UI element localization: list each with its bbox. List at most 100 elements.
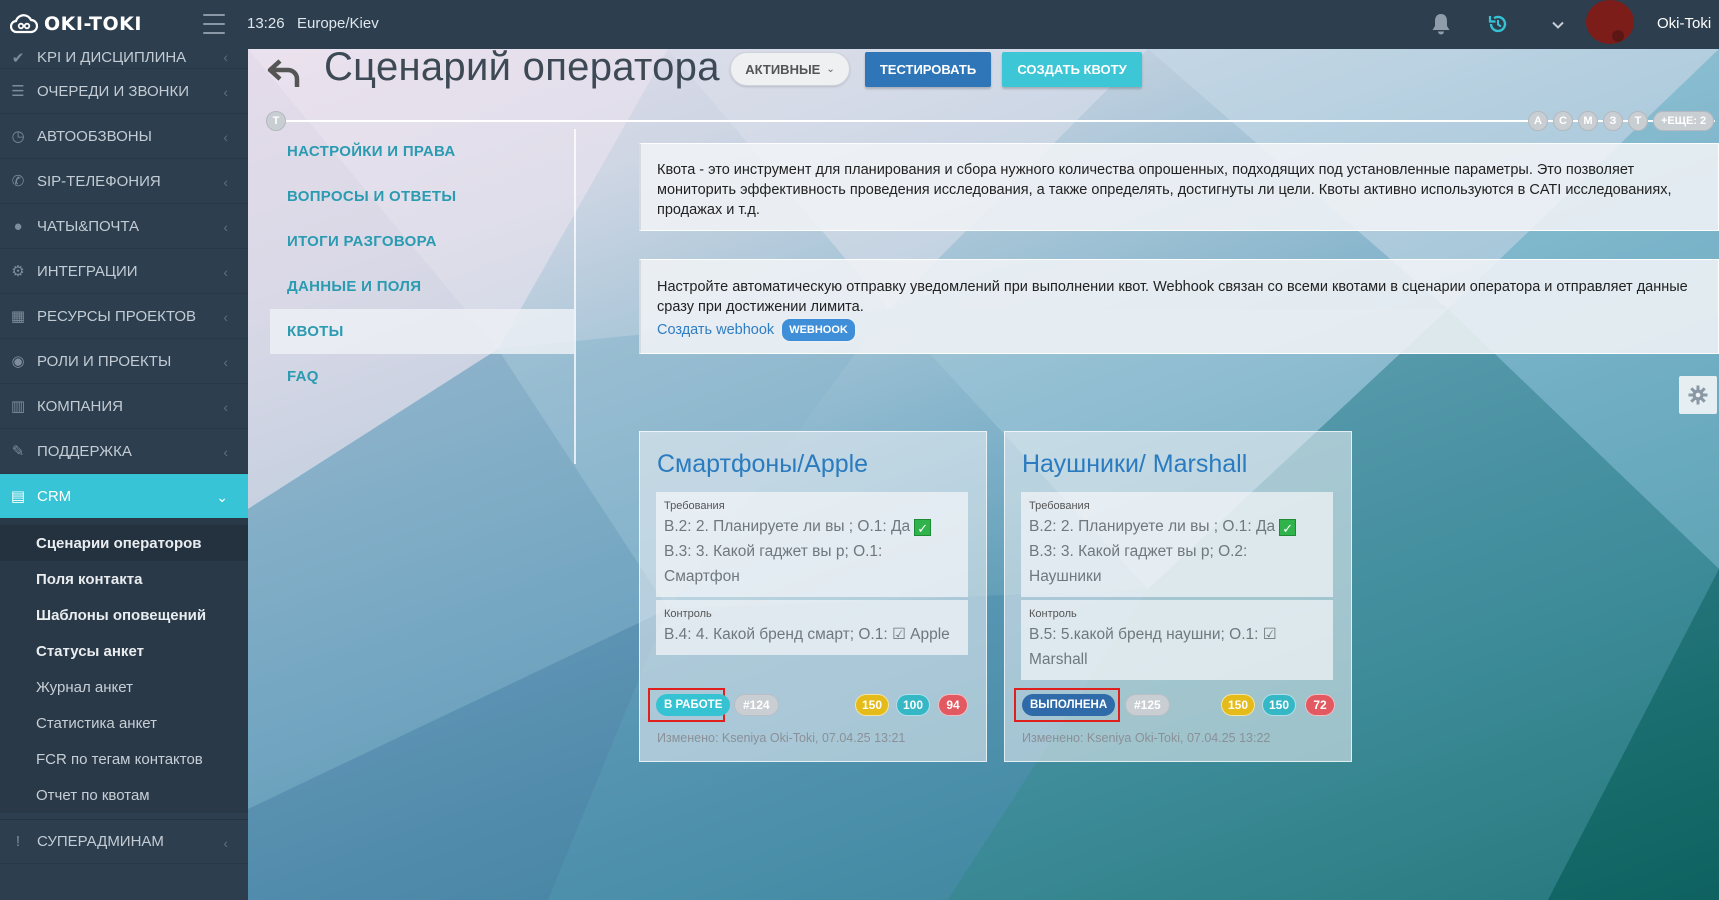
quota-id-badge: #124 bbox=[734, 694, 779, 716]
webhook-info-box: Настройте автоматическую отправку уведом… bbox=[639, 259, 1719, 354]
sidebar-item-superadmin[interactable]: ! СУПЕРАДМИНАМ ‹ bbox=[0, 819, 248, 864]
bar-chart-icon: ▥ bbox=[10, 398, 26, 415]
sidebar-item-roles[interactable]: ◉ РОЛИ И ПРОЕКТЫ ‹ bbox=[0, 339, 248, 384]
webhook-badge[interactable]: WEBHOOK bbox=[780, 317, 857, 343]
submenu-item-form-statuses[interactable]: Статусы анкет bbox=[0, 633, 248, 669]
sidebar-item-company[interactable]: ▥ КОМПАНИЯ ‹ bbox=[0, 384, 248, 429]
timeline-dot[interactable]: А bbox=[1528, 111, 1548, 131]
requirements-label: Требования bbox=[1029, 500, 1090, 512]
sidebar-item-sip[interactable]: ✆ SIP-ТЕЛЕФОНИЯ ‹ bbox=[0, 159, 248, 204]
bell-icon[interactable] bbox=[1430, 12, 1452, 36]
quota-requirements: Требования В.2: 2. Планируете ли вы ; О.… bbox=[1021, 492, 1333, 597]
clock: 13:26 bbox=[247, 15, 285, 32]
avatar[interactable] bbox=[1586, 0, 1634, 44]
sidebar-item-label: РОЛИ И ПРОЕКТЫ bbox=[37, 352, 172, 370]
create-quota-button[interactable]: СОЗДАТЬ КВОТУ bbox=[1002, 52, 1142, 87]
status-badge[interactable]: В РАБОТЕ bbox=[656, 694, 731, 716]
grid-icon: ▦ bbox=[10, 308, 26, 325]
quota-requirements: Требования В.2: 2. Планируете ли вы ; О.… bbox=[656, 492, 968, 597]
history-icon[interactable] bbox=[1487, 13, 1509, 35]
sidebar-item-crm[interactable]: ▤ CRM ⌄ bbox=[0, 474, 248, 519]
tab-faq[interactable]: FAQ bbox=[270, 354, 574, 399]
chevron-left-icon: ‹ bbox=[223, 174, 228, 190]
menu-icon[interactable] bbox=[203, 14, 225, 34]
sidebar-item-label: ЧАТЫ&ПОЧТА bbox=[37, 217, 140, 235]
status-badge[interactable]: ВЫПОЛНЕНА bbox=[1022, 694, 1116, 716]
timeline-dot[interactable]: С bbox=[1553, 111, 1573, 131]
quota-card[interactable]: Смартфоны/Apple Требования В.2: 2. Плани… bbox=[639, 431, 987, 762]
sidebar-item-resources[interactable]: ▦ РЕСУРСЫ ПРОЕКТОВ ‹ bbox=[0, 294, 248, 339]
sidebar-item-chats[interactable]: ● ЧАТЫ&ПОЧТА ‹ bbox=[0, 204, 248, 249]
chevron-left-icon: ‹ bbox=[223, 264, 228, 280]
create-webhook-link[interactable]: Создать webhook bbox=[657, 322, 774, 338]
submenu-item-notification-templates[interactable]: Шаблоны оповещений bbox=[0, 597, 248, 633]
quota-card[interactable]: Наушники/ Marshall Требования В.2: 2. Пл… bbox=[1004, 431, 1352, 762]
tab-quotas[interactable]: КВОТЫ bbox=[270, 309, 574, 354]
checkbox-checked-icon: ✓ bbox=[1279, 519, 1297, 536]
quota-card-title[interactable]: Смартфоны/Apple bbox=[657, 450, 868, 479]
changed-info: Изменено: Kseniya Oki-Toki, 07.04.25 13:… bbox=[657, 731, 906, 745]
count-badge-current: 72 bbox=[1305, 694, 1335, 716]
chevron-left-icon: ‹ bbox=[223, 354, 228, 370]
wrench-icon: ✎ bbox=[11, 443, 25, 460]
count-badge-target: 100 bbox=[896, 694, 931, 716]
main-content: Сценарий оператора АКТИВНЫЕ ⌄ ТЕСТИРОВАТ… bbox=[248, 49, 1719, 900]
timeline-dot[interactable]: Т bbox=[1628, 111, 1648, 131]
timeline-start-dot[interactable]: Т bbox=[266, 111, 286, 131]
chevron-left-icon: ‹ bbox=[223, 84, 228, 100]
sidebar-item-label: ОЧЕРЕДИ И ЗВОНКИ bbox=[37, 82, 189, 100]
check-icon: ✔ bbox=[11, 50, 25, 67]
tab-settings[interactable]: НАСТРОЙКИ И ПРАВА bbox=[270, 129, 574, 174]
sidebar-item-queues[interactable]: ☰ ОЧЕРЕДИ И ЗВОНКИ ‹ bbox=[0, 69, 248, 114]
control-line: Marshall bbox=[1029, 651, 1088, 668]
chevron-left-icon: ‹ bbox=[223, 49, 228, 65]
quota-card-title[interactable]: Наушники/ Marshall bbox=[1022, 450, 1247, 479]
quota-control: Контроль В.5: 5.какой бренд наушни; О.1:… bbox=[1021, 600, 1333, 680]
quota-id-badge: #125 bbox=[1125, 694, 1170, 716]
chevron-down-icon[interactable] bbox=[1551, 18, 1565, 32]
requirement-line: В.3: 3. Какой гаджет вы р; О.1: bbox=[664, 543, 883, 560]
requirements-label: Требования bbox=[664, 500, 725, 512]
timeline-dot[interactable]: З bbox=[1603, 111, 1623, 131]
requirement-line: В.2: 2. Планируете ли вы ; О.1: Да bbox=[664, 518, 911, 535]
tab-results[interactable]: ИТОГИ РАЗГОВОРА bbox=[270, 219, 574, 264]
tab-data-fields[interactable]: ДАННЫЕ И ПОЛЯ bbox=[270, 264, 574, 309]
exclamation-icon: ! bbox=[15, 833, 21, 850]
sidebar: ✔ KPI И ДИСЦИПЛИНА ‹ ☰ ОЧЕРЕДИ И ЗВОНКИ … bbox=[0, 49, 248, 900]
count-badge-limit: 150 bbox=[855, 694, 890, 716]
timezone: Europe/Kiev bbox=[297, 15, 379, 32]
chevron-left-icon: ‹ bbox=[223, 129, 228, 145]
submenu-item-quota-report[interactable]: Отчет по квотам bbox=[0, 777, 248, 813]
timeline-more[interactable]: +ЕЩЕ: 2 bbox=[1653, 111, 1715, 131]
phone-icon: ✆ bbox=[11, 173, 25, 190]
timeline-dot[interactable]: М bbox=[1578, 111, 1598, 131]
quota-control: Контроль В.4: 4. Какой бренд смарт; О.1:… bbox=[656, 600, 968, 655]
requirement-line: В.2: 2. Планируете ли вы ; О.1: Да bbox=[1029, 518, 1276, 535]
chat-icon: ● bbox=[13, 217, 23, 235]
chevron-left-icon: ‹ bbox=[223, 219, 228, 235]
submenu-item-fcr[interactable]: FCR по тегам контактов bbox=[0, 741, 248, 777]
settings-gear-button[interactable] bbox=[1679, 376, 1717, 414]
submenu-item-contact-fields[interactable]: Поля контакта bbox=[0, 561, 248, 597]
sidebar-item-integrations[interactable]: ⚙ ИНТЕГРАЦИИ ‹ bbox=[0, 249, 248, 294]
sidebar-item-kpi[interactable]: ✔ KPI И ДИСЦИПЛИНА ‹ bbox=[0, 49, 248, 69]
cloud-logo-icon bbox=[10, 14, 38, 34]
test-button[interactable]: ТЕСТИРОВАТЬ bbox=[865, 52, 991, 87]
submenu-item-scenarios[interactable]: Сценарии операторов bbox=[0, 525, 248, 561]
chevron-left-icon: ‹ bbox=[223, 399, 228, 415]
tab-questions[interactable]: ВОПРОСЫ И ОТВЕТЫ bbox=[270, 174, 574, 219]
active-filter-dropdown[interactable]: АКТИВНЫЕ ⌄ bbox=[730, 52, 850, 86]
username[interactable]: Oki-Toki bbox=[1657, 15, 1711, 32]
sidebar-item-support[interactable]: ✎ ПОДДЕРЖКА ‹ bbox=[0, 429, 248, 474]
quota-info-box: Квота - это инструмент для планирования … bbox=[639, 143, 1719, 231]
back-arrow-icon[interactable] bbox=[266, 55, 302, 91]
logo[interactable]: OKI-TOKI bbox=[10, 11, 142, 37]
scenario-timeline bbox=[273, 120, 1715, 122]
submenu-item-form-log[interactable]: Журнал анкет bbox=[0, 669, 248, 705]
submenu-item-form-stats[interactable]: Статистика анкет bbox=[0, 705, 248, 741]
sidebar-item-autocalls[interactable]: ◷ АВТООБЗВОНЫ ‹ bbox=[0, 114, 248, 159]
list-icon: ☰ bbox=[11, 83, 25, 100]
sidebar-item-label: KPI И ДИСЦИПЛИНА bbox=[37, 49, 187, 66]
control-label: Контроль bbox=[1029, 608, 1077, 620]
filter-label: АКТИВНЫЕ bbox=[745, 61, 821, 77]
